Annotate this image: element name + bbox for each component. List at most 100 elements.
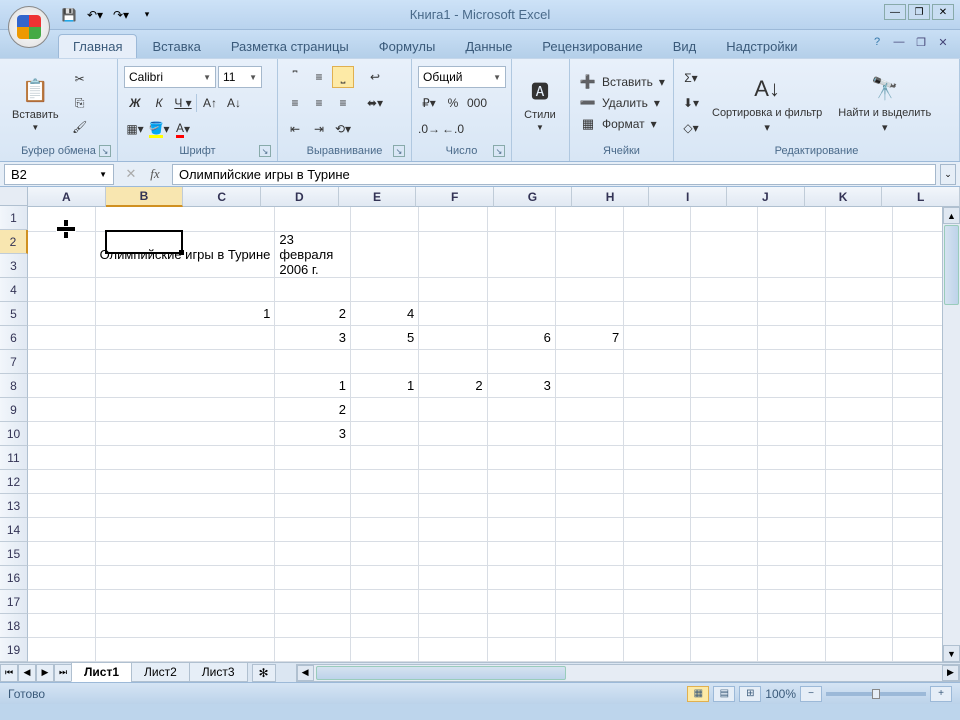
borders-icon[interactable]: ▦▾	[124, 118, 146, 140]
cell-D16[interactable]	[350, 589, 418, 613]
cell-B6[interactable]	[95, 349, 275, 373]
cell-E11[interactable]	[419, 469, 487, 493]
zoom-level[interactable]: 100%	[765, 687, 796, 701]
sheet-tab-2[interactable]: Лист2	[131, 663, 190, 682]
align-right-icon[interactable]: ≡	[332, 92, 354, 114]
cell-H16[interactable]	[624, 589, 691, 613]
cell-G10[interactable]	[555, 445, 623, 469]
cell-A9[interactable]	[28, 421, 95, 445]
qat-redo-icon[interactable]: ↷▾	[110, 4, 132, 26]
row-header-13[interactable]: 13	[0, 494, 28, 518]
cell-I8[interactable]	[691, 397, 758, 421]
col-header-J[interactable]: J	[727, 187, 805, 207]
tab-home[interactable]: Главная	[58, 34, 137, 58]
mdi-minimize-icon[interactable]: —	[890, 34, 908, 50]
align-bottom-icon[interactable]: ⎵	[332, 66, 354, 88]
paste-button[interactable]: 📋 Вставить ▼	[6, 71, 65, 136]
horizontal-scrollbar[interactable]: ◀ ▶	[296, 664, 960, 682]
vscroll-thumb[interactable]	[944, 225, 959, 305]
cell-B16[interactable]	[95, 589, 275, 613]
cell-E6[interactable]	[419, 349, 487, 373]
find-select-button[interactable]: 🔭 Найти и выделить ▾	[832, 69, 937, 138]
help-icon[interactable]: ?	[868, 34, 886, 50]
grow-font-icon[interactable]: A↑	[199, 92, 221, 114]
comma-icon[interactable]: 000	[466, 92, 488, 114]
cut-icon[interactable]: ✂	[69, 68, 91, 90]
cell-K1[interactable]	[825, 207, 892, 231]
cell-C1[interactable]	[275, 207, 351, 231]
cell-H5[interactable]	[624, 325, 691, 349]
cell-A6[interactable]	[28, 349, 95, 373]
tab-view[interactable]: Вид	[658, 34, 712, 58]
cell-I13[interactable]	[691, 517, 758, 541]
sheet-tab-1[interactable]: Лист1	[71, 663, 132, 682]
cell-K8[interactable]	[825, 397, 892, 421]
vertical-scrollbar[interactable]: ▲ ▼	[942, 207, 960, 662]
cell-G11[interactable]	[555, 469, 623, 493]
cell-F14[interactable]	[487, 541, 555, 565]
cell-D1[interactable]	[350, 207, 418, 231]
cell-J13[interactable]	[758, 517, 825, 541]
cell-C5[interactable]: 3	[275, 325, 351, 349]
sort-filter-button[interactable]: А↓ Сортировка и фильтр ▾	[706, 69, 828, 138]
align-center-icon[interactable]: ≡	[308, 92, 330, 114]
cell-A13[interactable]	[28, 517, 95, 541]
tab-insert[interactable]: Вставка	[137, 34, 215, 58]
cell-E19[interactable]	[419, 661, 487, 662]
row-header-4[interactable]: 4	[0, 278, 28, 302]
cell-A18[interactable]	[28, 637, 95, 661]
row-header-10[interactable]: 10	[0, 422, 28, 446]
cell-K5[interactable]	[825, 325, 892, 349]
zoom-slider[interactable]	[826, 692, 926, 696]
zoom-out-icon[interactable]: −	[800, 686, 822, 702]
cell-A14[interactable]	[28, 541, 95, 565]
cell-J15[interactable]	[758, 565, 825, 589]
cell-G6[interactable]	[555, 349, 623, 373]
cell-J10[interactable]	[758, 445, 825, 469]
cell-J8[interactable]	[758, 397, 825, 421]
cell-K17[interactable]	[825, 613, 892, 637]
cell-C16[interactable]	[275, 589, 351, 613]
cell-I2[interactable]	[691, 231, 758, 277]
cell-H6[interactable]	[624, 349, 691, 373]
cell-H18[interactable]	[624, 637, 691, 661]
cell-G14[interactable]	[555, 541, 623, 565]
fill-color-icon[interactable]: 🪣▾	[148, 118, 170, 140]
font-launcher[interactable]: ↘	[259, 145, 271, 157]
row-header-1[interactable]: 1	[0, 206, 28, 230]
align-middle-icon[interactable]: ≡	[308, 66, 330, 88]
cell-D11[interactable]	[350, 469, 418, 493]
cell-F9[interactable]	[487, 421, 555, 445]
cell-C13[interactable]	[275, 517, 351, 541]
cell-J2[interactable]	[758, 231, 825, 277]
cell-C18[interactable]	[275, 637, 351, 661]
cell-A5[interactable]	[28, 325, 95, 349]
cell-K4[interactable]	[825, 301, 892, 325]
cell-B12[interactable]	[95, 493, 275, 517]
row-header-3[interactable]: 3	[0, 254, 28, 278]
row-header-12[interactable]: 12	[0, 470, 28, 494]
styles-button[interactable]: 🅰 Стили ▼	[518, 71, 562, 136]
cell-K12[interactable]	[825, 493, 892, 517]
percent-icon[interactable]: %	[442, 92, 464, 114]
cell-A1[interactable]	[28, 207, 95, 231]
cell-C15[interactable]	[275, 565, 351, 589]
fill-icon[interactable]: ⬇▾	[680, 92, 702, 114]
cell-K13[interactable]	[825, 517, 892, 541]
cell-A16[interactable]	[28, 589, 95, 613]
cell-C3[interactable]	[275, 277, 351, 301]
page-break-view-icon[interactable]: ⊞	[739, 686, 761, 702]
cell-D5[interactable]: 5	[350, 325, 418, 349]
cell-J11[interactable]	[758, 469, 825, 493]
cell-F1[interactable]	[487, 207, 555, 231]
cell-K6[interactable]	[825, 349, 892, 373]
cell-C7[interactable]: 1	[275, 373, 351, 397]
clipboard-launcher[interactable]: ↘	[99, 145, 111, 157]
cell-K3[interactable]	[825, 277, 892, 301]
cell-E2[interactable]	[419, 231, 487, 277]
minimize-button[interactable]: —	[884, 4, 906, 20]
cell-F7[interactable]: 3	[487, 373, 555, 397]
cell-C4[interactable]: 2	[275, 301, 351, 325]
cell-J7[interactable]	[758, 373, 825, 397]
font-name-combo[interactable]: Calibri▼	[124, 66, 216, 88]
